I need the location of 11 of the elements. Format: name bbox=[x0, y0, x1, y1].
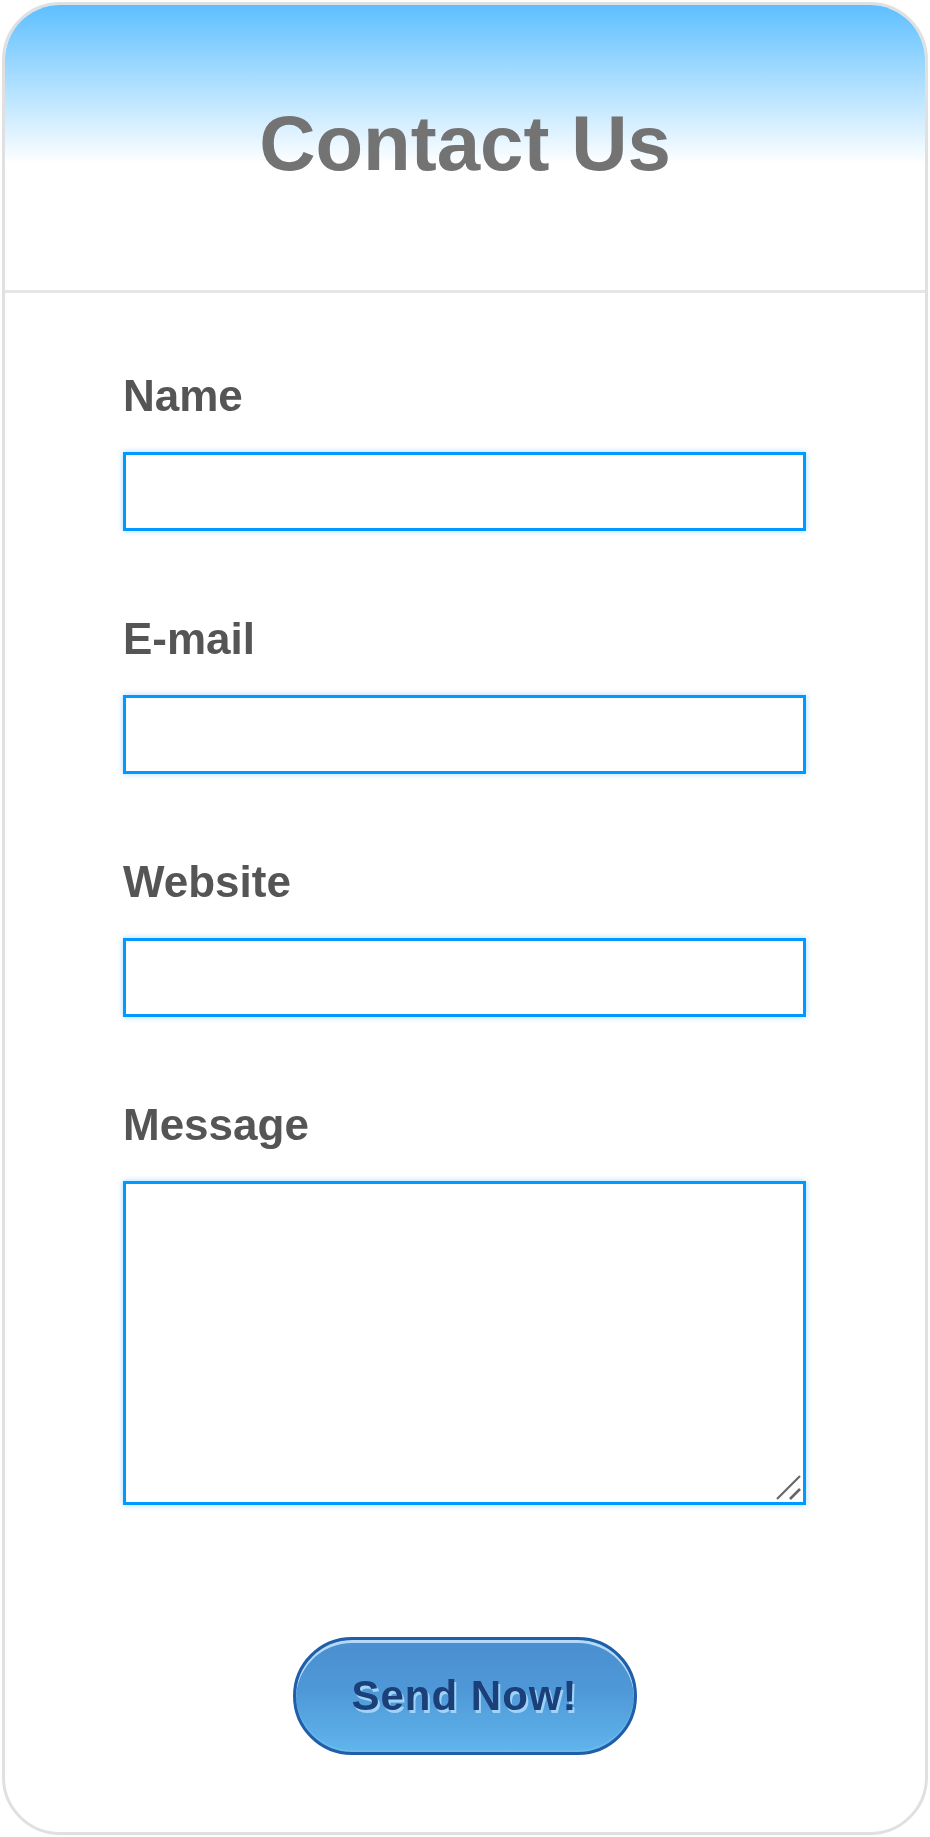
input-field[interactable] bbox=[123, 452, 806, 531]
input-field[interactable] bbox=[123, 938, 806, 1017]
field-label: E-mail bbox=[123, 613, 256, 665]
input-field[interactable] bbox=[123, 695, 806, 774]
resize-grip-icon[interactable] bbox=[776, 1475, 801, 1500]
page-title: Contact Us bbox=[259, 104, 671, 182]
field-label: Website bbox=[123, 856, 291, 908]
send-button[interactable]: Send Now! bbox=[292, 1637, 637, 1755]
textarea-field[interactable] bbox=[123, 1181, 806, 1505]
field-label: Message bbox=[123, 1099, 309, 1151]
field-label: Name bbox=[123, 370, 243, 422]
